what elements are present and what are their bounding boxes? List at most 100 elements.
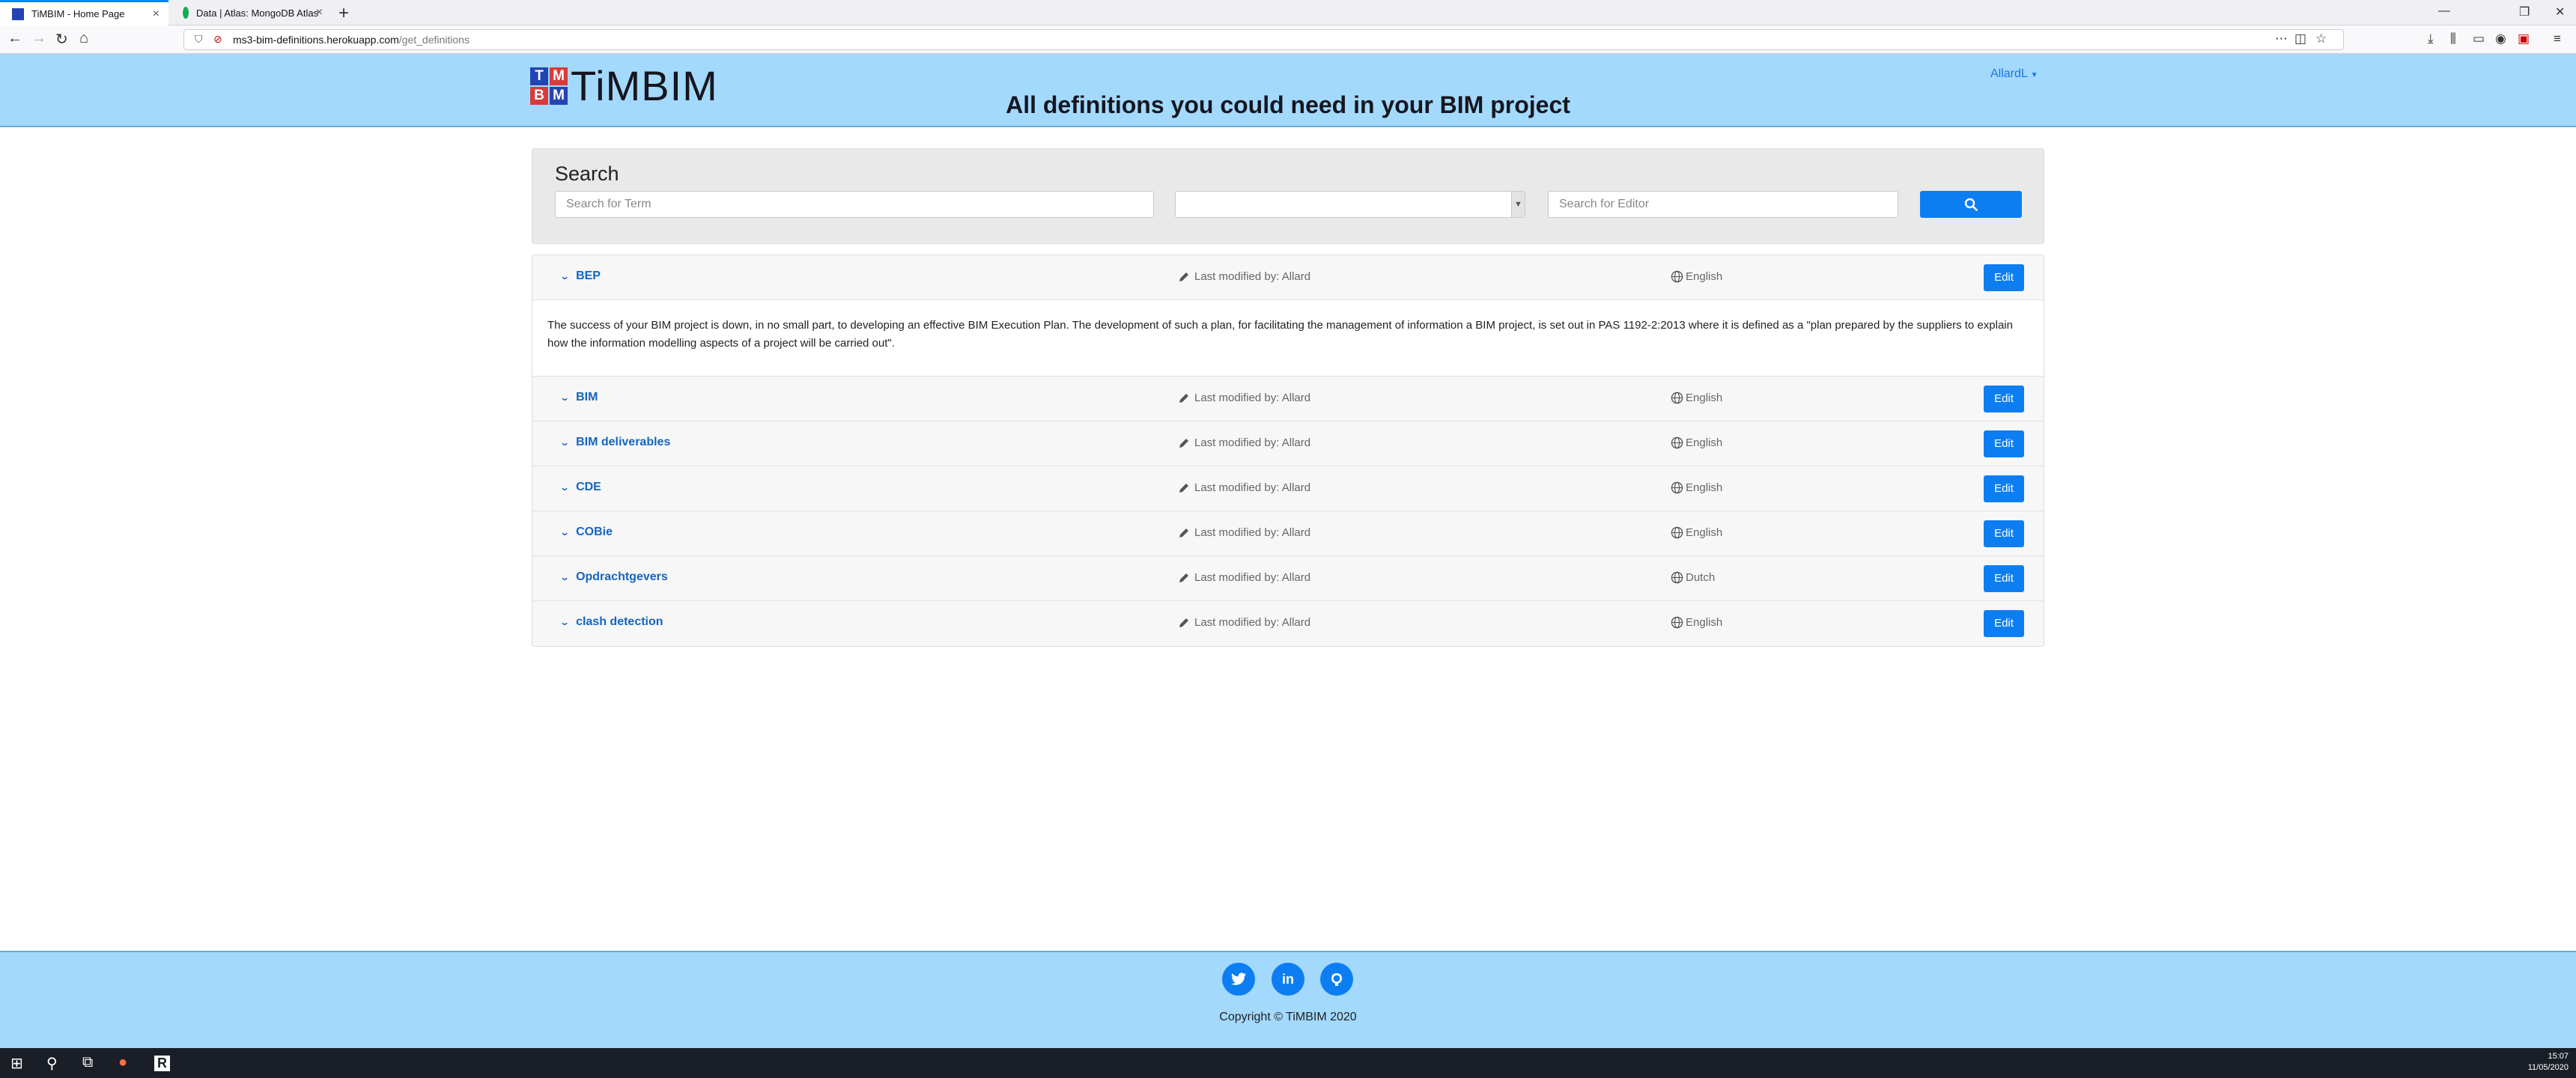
windows-start-icon[interactable]: ⊞ (10, 1054, 23, 1073)
new-tab-icon[interactable]: + (338, 3, 349, 24)
chevron-down-icon: ▼ (1511, 192, 1525, 217)
definition-toggle[interactable]: ⌄ BEP (559, 270, 601, 283)
user-dropdown[interactable]: AllardL ▼ (1990, 67, 2038, 81)
twitter-icon[interactable] (1222, 963, 1255, 996)
language-select[interactable]: ▼ (1175, 191, 1525, 218)
copyright: Copyright © TiMBIM 2020 (1219, 1011, 1357, 1023)
account-icon[interactable]: ◉ (2495, 31, 2506, 46)
edit-button[interactable]: Edit (1984, 430, 2024, 457)
edit-button[interactable]: Edit (1984, 475, 2024, 502)
definition-language: Dutch (1671, 571, 1715, 584)
home-icon[interactable]: ⌂ (79, 30, 88, 47)
url-bar[interactable]: ms3-bim-definitions.herokuapp.com/get_de… (183, 29, 2344, 50)
insecure-lock-icon[interactable]: ⊘ (213, 33, 222, 46)
chevron-down-icon: ⌄ (559, 271, 571, 281)
close-tab-icon[interactable]: × (153, 7, 160, 21)
task-view-icon[interactable]: ⧉ (82, 1054, 93, 1071)
firefox-icon[interactable]: ● (118, 1054, 127, 1071)
page-tagline: All definitions you could need in your B… (1006, 91, 1570, 118)
url-domain: ms3-bim-definitions.herokuapp.com (233, 34, 399, 46)
last-modified-text: Last modified by: Allard (1194, 571, 1311, 584)
user-name: AllardL (1990, 67, 2028, 80)
linkedin-icon[interactable]: in (1272, 963, 1304, 996)
last-modified-text: Last modified by: Allard (1194, 481, 1311, 494)
minimize-icon[interactable]: — (2438, 4, 2450, 18)
chevron-down-icon: ⌄ (559, 437, 571, 448)
search-title: Search (555, 162, 619, 185)
language-text: English (1686, 616, 1723, 629)
extension-icon[interactable]: ▣ (2518, 31, 2530, 46)
github-icon[interactable] (1320, 963, 1353, 996)
logo-letter: T (530, 67, 548, 85)
sidebar-icon[interactable]: ▭ (2473, 31, 2485, 46)
search-icon[interactable]: ⚲ (46, 1054, 58, 1073)
shield-icon[interactable]: ⛉ (195, 33, 203, 46)
chevron-down-icon: ⌄ (559, 482, 571, 493)
definition-toggle[interactable]: ⌄ clash detection (559, 615, 663, 629)
caret-down-icon: ▼ (2030, 71, 2038, 79)
definition-language: English (1671, 526, 1722, 539)
bookmark-star-icon[interactable]: ☆ (2315, 31, 2327, 46)
reload-icon[interactable]: ↻ (55, 30, 68, 49)
globe-icon (1671, 526, 1683, 539)
pocket-icon[interactable]: ◫ (2294, 31, 2306, 46)
definition-body: The success of your BIM project is down,… (532, 300, 2044, 377)
last-modified-text: Last modified by: Allard (1194, 526, 1311, 539)
edit-button[interactable]: Edit (1984, 520, 2024, 547)
globe-icon (1671, 616, 1683, 629)
tab-mongodb-atlas[interactable]: Data | Atlas: MongoDB Atlas × (171, 0, 332, 25)
clock-date: 11/05/2020 (2527, 1063, 2569, 1072)
definition-term: BIM (576, 391, 598, 404)
definition-row: ⌄ BIM Last modified by: Allard English Edit (532, 377, 2044, 421)
forward-icon[interactable]: → (31, 30, 46, 47)
pencil-icon (1179, 272, 1188, 281)
clock-time: 15:07 (2548, 1052, 2569, 1061)
windows-taskbar: ⊞ ⚲ ⧉ ● R 15:07 11/05/2020 (0, 1048, 2576, 1078)
menu-icon[interactable]: ≡ (2554, 31, 2561, 46)
system-clock[interactable]: 15:07 11/05/2020 (2528, 1051, 2569, 1074)
edit-button[interactable]: Edit (1984, 565, 2024, 592)
definition-toggle[interactable]: ⌄ BIM (559, 391, 598, 404)
definition-language: English (1671, 270, 1722, 283)
definition-term: COBie (576, 526, 613, 538)
more-icon[interactable]: ⋯ (2275, 31, 2288, 46)
edit-button[interactable]: Edit (1984, 386, 2024, 412)
definition-row: ⌄ clash detection Last modified by: Allard… (532, 601, 2044, 646)
edit-button[interactable]: Edit (1984, 264, 2024, 291)
close-tab-icon[interactable]: × (316, 6, 323, 19)
globe-icon (1671, 481, 1683, 494)
pencil-icon (1179, 618, 1188, 627)
search-editor-input[interactable]: Search for Editor (1548, 191, 1898, 218)
url-path: /get_definitions (398, 34, 470, 46)
last-modified: Last modified by: Allard (1178, 616, 1310, 629)
back-icon[interactable]: ← (7, 30, 22, 47)
last-modified: Last modified by: Allard (1178, 481, 1310, 494)
logo-letter: M (550, 67, 568, 85)
definition-row: ⌄ BEP Last modified by: Allard English Edit (532, 255, 2044, 300)
definition-language: English (1671, 392, 1722, 404)
edit-button[interactable]: Edit (1984, 610, 2024, 637)
chevron-down-icon: ⌄ (559, 527, 571, 538)
definition-row: ⌄ CDE Last modified by: Allard English Edit (532, 466, 2044, 511)
last-modified-text: Last modified by: Allard (1194, 270, 1311, 283)
download-icon[interactable]: ⤓ (2428, 31, 2434, 46)
browser-tab-bar: TiMBIM - Home Page × Data | Atlas: Mongo… (0, 0, 2576, 25)
definition-row: ⌄ COBie Last modified by: Allard English Edi… (532, 511, 2044, 556)
mongodb-favicon (183, 7, 189, 19)
search-button[interactable] (1920, 191, 2022, 218)
tab-timbim-home[interactable]: TiMBIM - Home Page × (0, 0, 168, 25)
search-term-input[interactable]: Search for Term (555, 191, 1154, 218)
library-icon[interactable]: ⫼ (2450, 31, 2456, 46)
maximize-icon[interactable]: ❐ (2519, 4, 2530, 19)
chevron-down-icon: ⌄ (559, 617, 571, 627)
definition-toggle[interactable]: ⌄ CDE (559, 481, 601, 494)
last-modified: Last modified by: Allard (1178, 526, 1310, 539)
definition-toggle[interactable]: ⌄ COBie (559, 526, 613, 539)
timbim-favicon (12, 7, 24, 20)
globe-icon (1671, 392, 1683, 404)
definition-toggle[interactable]: ⌄ Opdrachtgevers (559, 570, 668, 584)
close-window-icon[interactable]: ✕ (2555, 4, 2565, 19)
app-r-icon[interactable]: R (154, 1056, 170, 1071)
globe-icon (1671, 571, 1683, 584)
definition-toggle[interactable]: ⌄ BIM deliverables (559, 436, 670, 449)
